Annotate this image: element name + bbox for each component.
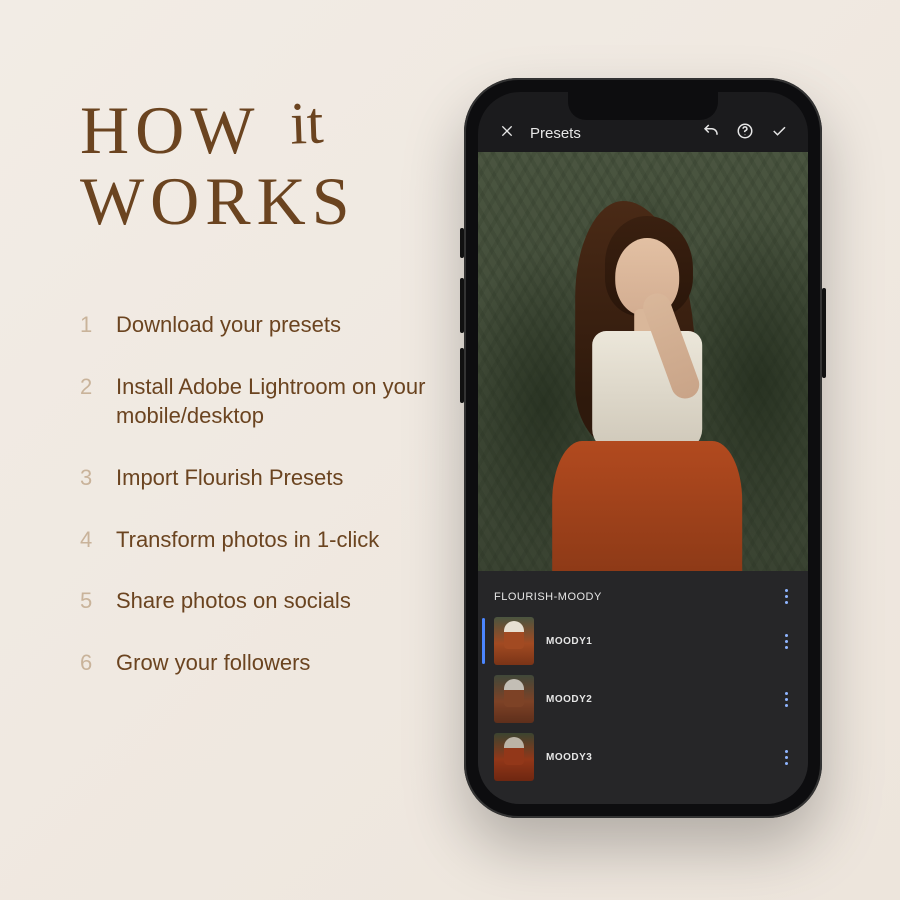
preset-group-bar[interactable]: FLOURISH-MOODY [478,571,808,612]
step-text: Share photos on socials [116,586,450,616]
phone-mockup: Presets [464,78,822,818]
step-item: 2 Install Adobe Lightroom on your mobile… [80,372,450,431]
phone-notch [568,92,718,120]
step-item: 6 Grow your followers [80,648,450,678]
preset-group-label: FLOURISH-MOODY [494,591,602,603]
preset-item[interactable]: MOODY1 [478,612,808,670]
preset-thumbnail [494,617,534,665]
preset-item[interactable]: MOODY2 [478,670,808,728]
more-icon[interactable] [781,630,792,653]
step-item: 5 Share photos on socials [80,586,450,616]
step-text: Grow your followers [116,648,450,678]
edited-photo[interactable] [478,152,808,571]
phone-power-button [822,288,826,378]
heading-word-how: HOW [80,92,259,168]
preset-item[interactable]: MOODY3 [478,728,808,786]
confirm-icon[interactable] [768,120,790,142]
close-icon[interactable] [496,120,518,142]
preset-thumbnail [494,675,534,723]
preset-label: MOODY1 [546,636,769,647]
step-number: 5 [80,586,94,616]
steps-list: 1 Download your presets 2 Install Adobe … [80,310,450,710]
preset-thumbnail [494,733,534,781]
undo-icon[interactable] [700,120,722,142]
step-text: Import Flourish Presets [116,463,450,493]
step-item: 3 Import Flourish Presets [80,463,450,493]
preset-list: MOODY1 MOODY2 MOODY3 [478,612,808,804]
step-number: 3 [80,463,94,493]
step-number: 6 [80,648,94,678]
photo-subject [542,211,752,571]
step-number: 1 [80,310,94,340]
more-icon[interactable] [781,585,792,608]
heading: HOW it WORKS [80,95,356,238]
phone-screen: Presets [478,92,808,804]
phone-volume-down-button [460,348,464,403]
help-icon[interactable] [734,120,756,142]
step-text: Transform photos in 1-click [116,525,450,555]
heading-word-it: it [289,91,325,155]
step-text: Download your presets [116,310,450,340]
preset-label: MOODY2 [546,694,769,705]
phone-volume-up-button [460,278,464,333]
more-icon[interactable] [781,688,792,711]
step-number: 2 [80,372,94,431]
phone-mute-switch [460,228,464,258]
more-icon[interactable] [781,746,792,769]
step-number: 4 [80,525,94,555]
heading-word-works: WORKS [80,166,356,237]
step-text: Install Adobe Lightroom on your mobile/d… [116,372,450,431]
step-item: 4 Transform photos in 1-click [80,525,450,555]
preset-label: MOODY3 [546,752,769,763]
app-header-title: Presets [530,125,688,142]
step-item: 1 Download your presets [80,310,450,340]
